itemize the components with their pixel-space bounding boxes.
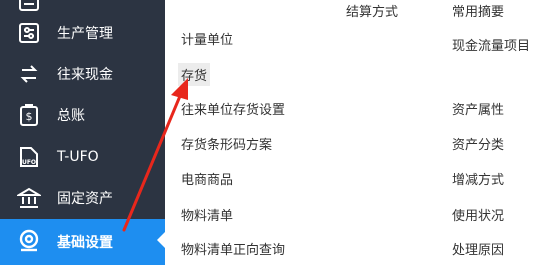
production-icon <box>16 21 42 45</box>
menu-item-unit[interactable]: 计量单位 <box>181 29 233 48</box>
menu-item-asset-category[interactable]: 资产分类 <box>452 134 504 153</box>
sidebar-item-tufo[interactable]: UFO T-UFO <box>0 136 165 178</box>
sidebar-item-cash[interactable]: 往来现金 <box>0 53 165 95</box>
exchange-icon <box>16 62 42 86</box>
menu-item-settlement[interactable]: 结算方式 <box>346 1 398 20</box>
sidebar-item-production[interactable]: 生产管理 <box>0 12 165 54</box>
sidebar: 生产管理 往来现金 $ 总账 UFO T-UFO 固定资产 基础设置 <box>0 0 165 265</box>
basic-settings-icon <box>16 228 42 252</box>
menu-item-cashflow-item[interactable]: 现金流量项目 <box>452 35 530 54</box>
fixed-asset-icon <box>16 186 42 210</box>
sidebar-item-label: T-UFO <box>57 149 99 165</box>
menu-item-barcode-scheme[interactable]: 存货条形码方案 <box>181 134 272 153</box>
sidebar-item-general-ledger[interactable]: $ 总账 <box>0 94 165 136</box>
sidebar-item-label: 往来现金 <box>57 67 113 83</box>
sidebar-item-label: 生产管理 <box>57 26 113 42</box>
menu-item-ecommerce-goods[interactable]: 电商商品 <box>181 169 233 188</box>
svg-text:$: $ <box>26 110 33 123</box>
ufo-report-icon: UFO <box>16 145 42 169</box>
submenu-panel: 计量单位 存货 往来单位存货设置 存货条形码方案 电商商品 物料清单 物料清单正… <box>165 0 548 265</box>
svg-text:UFO: UFO <box>22 159 36 166</box>
general-ledger-icon: $ <box>16 103 42 127</box>
sidebar-item-label: 固定资产 <box>57 191 113 207</box>
menu-item-asset-attribute[interactable]: 资产属性 <box>452 99 504 118</box>
menu-item-bom-forward-query[interactable]: 物料清单正向查询 <box>181 239 285 258</box>
ledger-icon <box>16 0 42 12</box>
menu-item-change-method[interactable]: 增减方式 <box>452 169 504 188</box>
sidebar-item-basic-settings[interactable]: 基础设置 <box>0 219 165 265</box>
menu-item-common-summary[interactable]: 常用摘要 <box>452 1 504 20</box>
menu-item-bom[interactable]: 物料清单 <box>181 205 233 224</box>
sidebar-item-label: 总账 <box>57 108 85 124</box>
menu-item-inventory[interactable]: 存货 <box>178 63 211 86</box>
menu-item-partner-inventory[interactable]: 往来单位存货设置 <box>181 99 285 118</box>
sidebar-item-label: 基础设置 <box>57 235 113 251</box>
menu-item-disposal-reason[interactable]: 处理原因 <box>452 239 504 258</box>
menu-item-usage-status[interactable]: 使用状况 <box>452 205 504 224</box>
sidebar-item-fixed-assets[interactable]: 固定资产 <box>0 177 165 219</box>
